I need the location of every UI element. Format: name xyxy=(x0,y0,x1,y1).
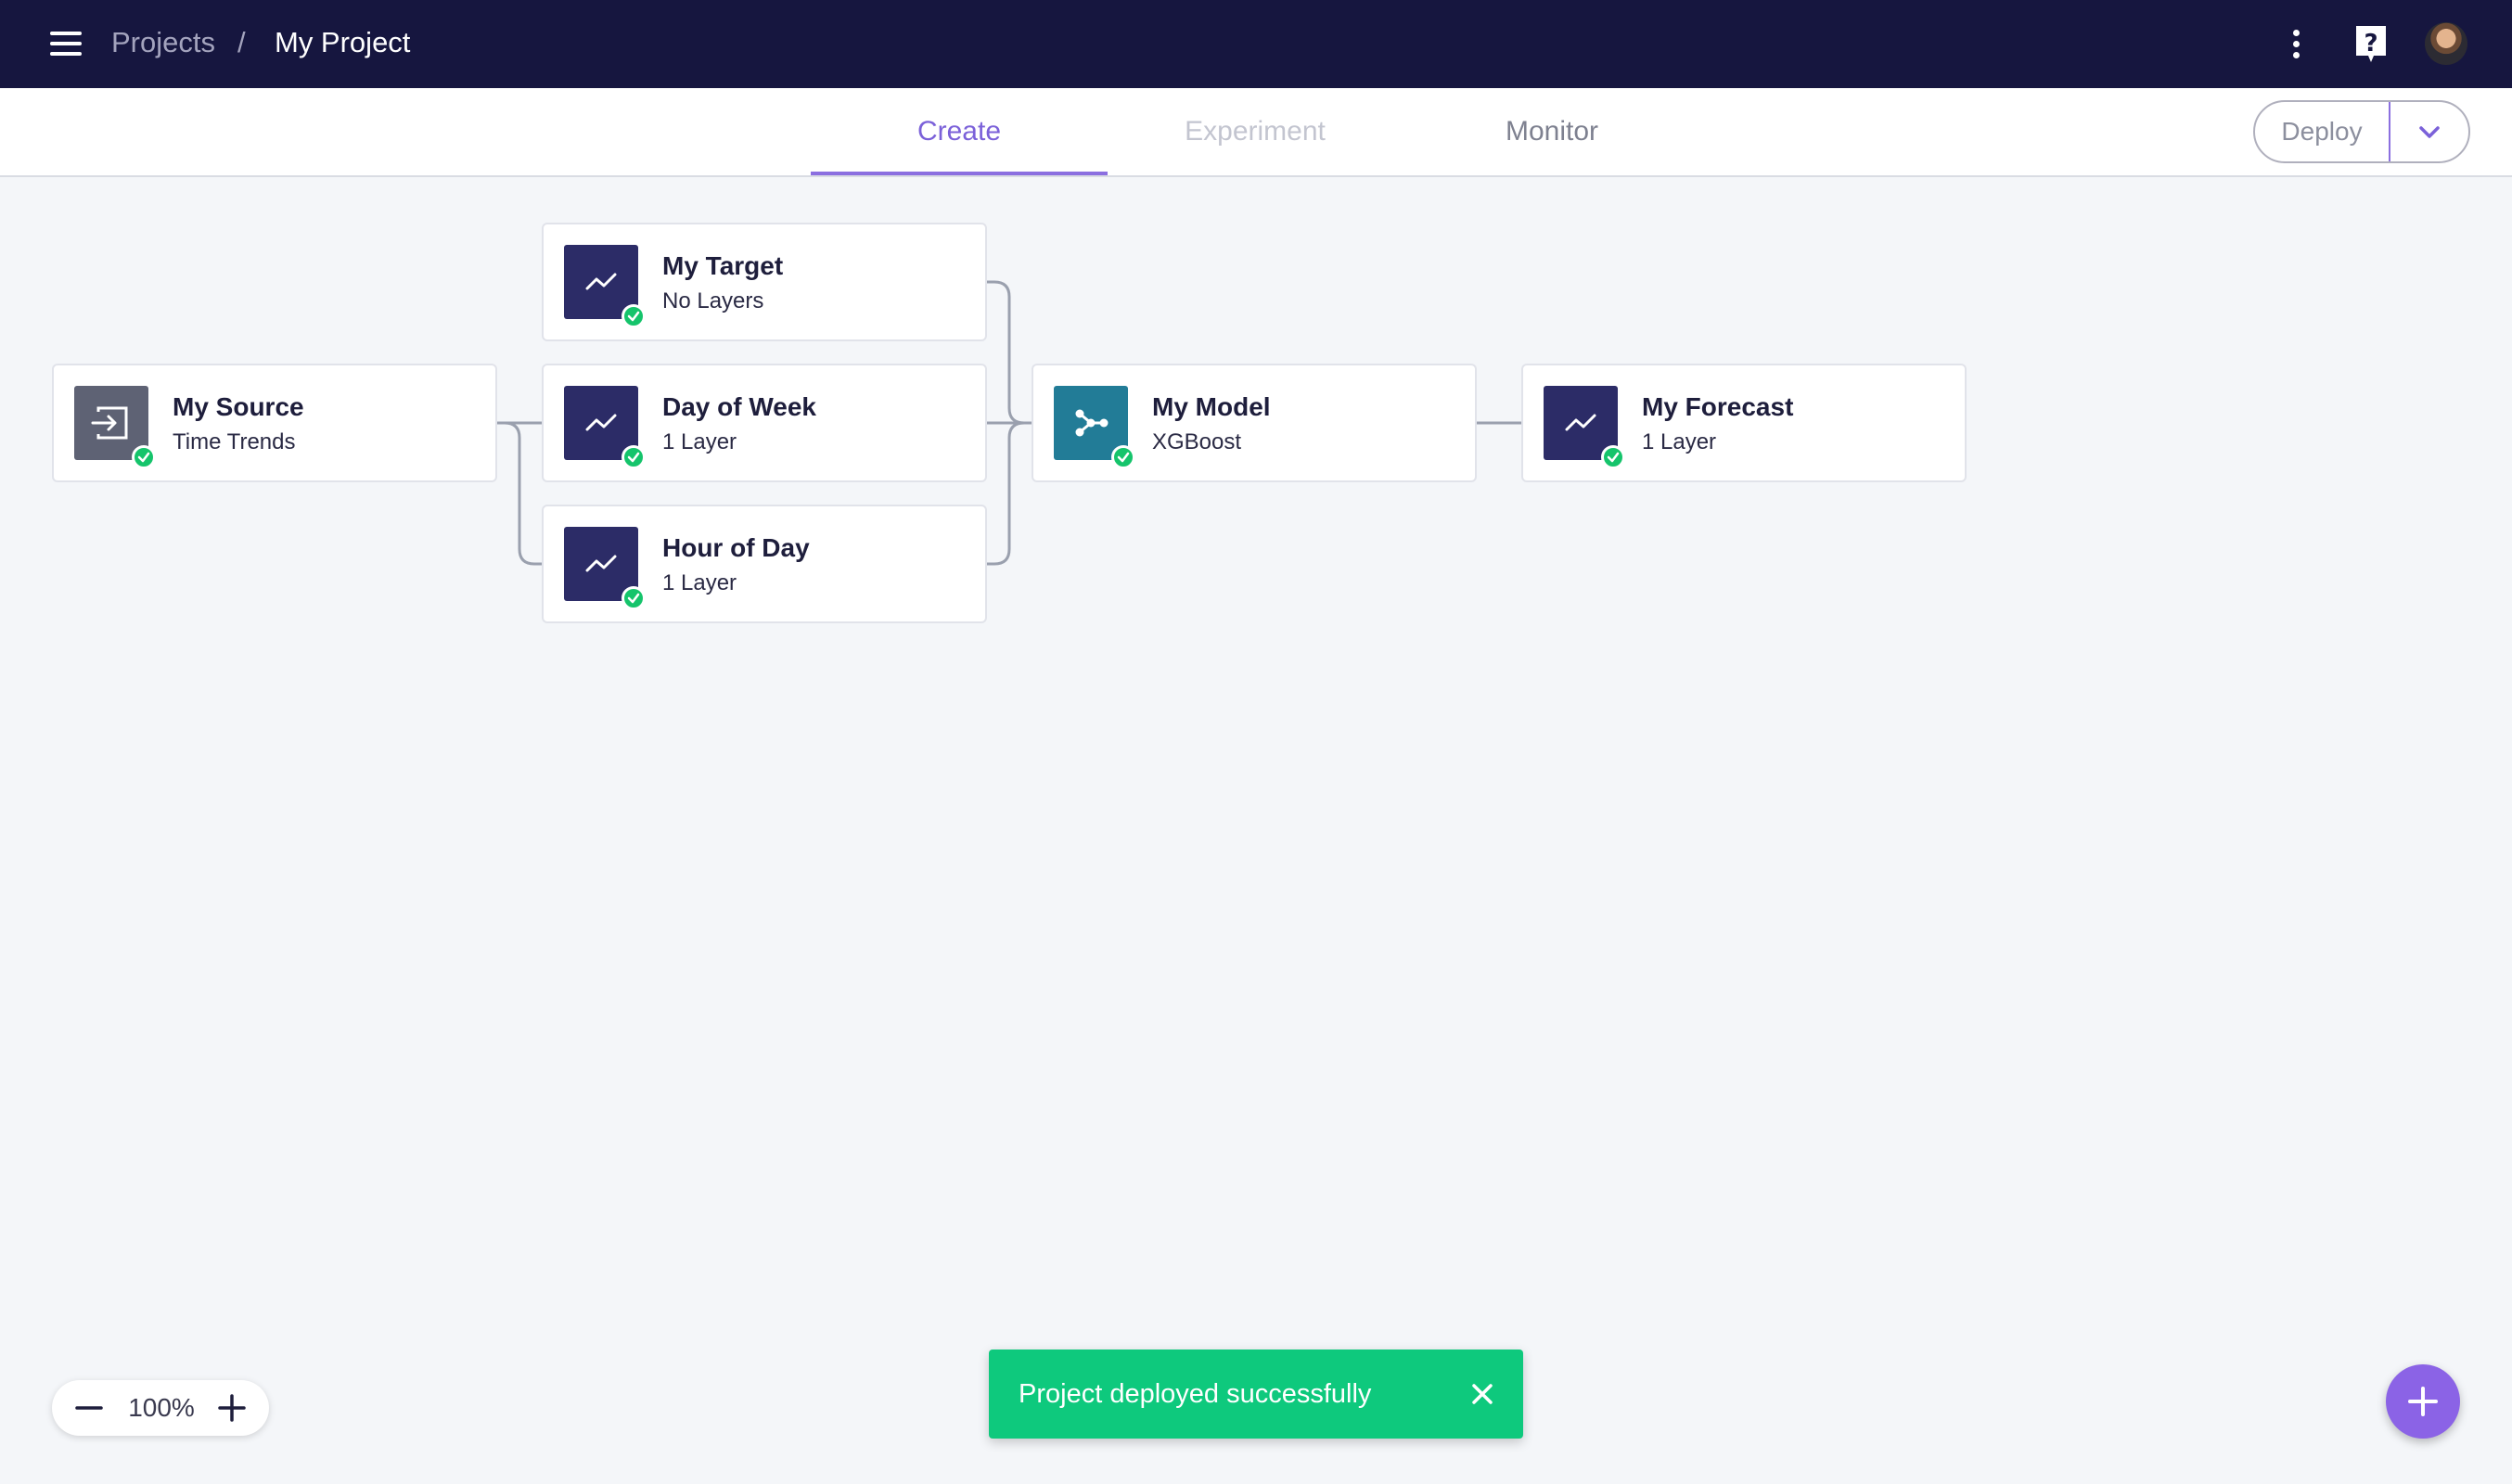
node-subtitle: 1 Layer xyxy=(662,570,737,595)
add-node-button[interactable] xyxy=(2386,1364,2460,1439)
node-title: Hour of Day xyxy=(662,533,810,562)
node-hour-of-day[interactable]: Hour of Day 1 Layer xyxy=(542,505,987,623)
pipeline-connectors xyxy=(497,280,1521,566)
zoom-level: 100% xyxy=(128,1393,195,1422)
zoom-control: 100% xyxy=(52,1380,269,1436)
node-subtitle: No Layers xyxy=(662,288,764,313)
toast-message: Project deployed successfully xyxy=(1019,1379,1372,1409)
node-title: My Source xyxy=(173,392,304,421)
success-check-icon xyxy=(622,445,646,469)
zoom-in-button[interactable] xyxy=(215,1391,249,1425)
node-title: Day of Week xyxy=(662,392,816,421)
success-check-icon xyxy=(622,304,646,328)
node-my-forecast[interactable]: My Forecast 1 Layer xyxy=(1521,364,1967,482)
plus-icon xyxy=(218,1394,246,1422)
node-subtitle: Time Trends xyxy=(173,429,296,454)
node-subtitle: 1 Layer xyxy=(1642,429,1717,454)
success-check-icon xyxy=(1601,445,1625,469)
node-day-of-week[interactable]: Day of Week 1 Layer xyxy=(542,364,987,482)
node-my-target[interactable]: My Target No Layers xyxy=(542,223,987,341)
success-toast: Project deployed successfully xyxy=(989,1350,1523,1439)
node-title: My Model xyxy=(1152,392,1271,421)
minus-icon xyxy=(75,1406,103,1410)
node-subtitle: XGBoost xyxy=(1152,429,1242,454)
close-icon[interactable] xyxy=(1466,1377,1499,1411)
zoom-out-button[interactable] xyxy=(72,1391,106,1425)
plus-icon xyxy=(2408,1387,2438,1416)
success-check-icon xyxy=(132,445,156,469)
node-title: My Target xyxy=(662,251,784,280)
node-my-source[interactable]: My Source Time Trends xyxy=(52,364,497,482)
node-subtitle: 1 Layer xyxy=(662,429,737,454)
node-my-model[interactable]: My Model XGBoost xyxy=(1032,364,1477,482)
success-check-icon xyxy=(1111,445,1135,469)
success-check-icon xyxy=(622,586,646,610)
node-title: My Forecast xyxy=(1642,392,1794,421)
